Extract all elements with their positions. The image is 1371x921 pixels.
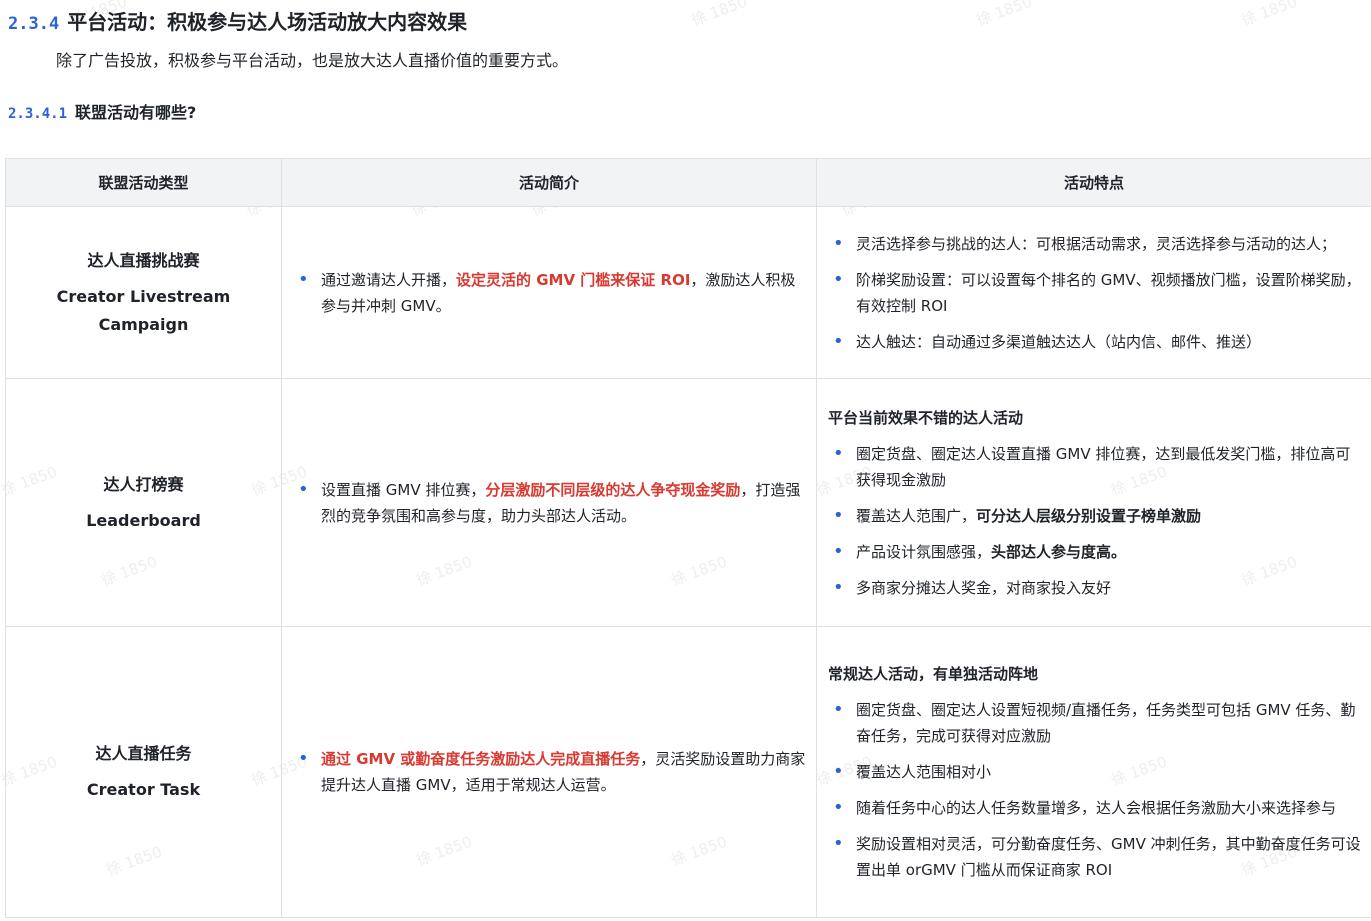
feature-item: 奖励设置相对灵活，可分勤奋度任务、GMV 冲刺任务，其中勤奋度任务可设置出单 o… [817, 831, 1371, 883]
activity-type-cell: 达人打榜赛 Leaderboard [5, 378, 282, 627]
feature-item: 随着任务中心的达人任务数量增多，达人会根据任务激励大小来选择参与 [817, 795, 1371, 821]
intro-highlight: 设定灵活的 GMV 门槛来保证 ROI [456, 270, 691, 289]
header-activity-intro: 活动简介 [281, 158, 817, 207]
activity-intro-cell: 通过邀请达人开播，设定灵活的 GMV 门槛来保证 ROI，激励达人积极参与并冲刺… [281, 206, 817, 379]
feature-text: 产品设计氛围感强， [856, 542, 992, 561]
activity-type-cn: 达人直播任务 [95, 744, 192, 763]
feature-text: 覆盖达人范围相对小 [856, 763, 992, 781]
feature-item: 覆盖达人范围广，可分达人层级分别设置子榜单激励 [817, 503, 1371, 529]
table-row: 达人直播任务 Creator Task 通过 GMV 或勤奋度任务激励达人完成直… [5, 626, 1371, 918]
feature-text: 覆盖达人范围广， [856, 506, 977, 525]
feature-item: 圈定货盘、圈定达人设置短视频/直播任务，任务类型可包括 GMV 任务、勤奋任务，… [817, 697, 1371, 749]
feature-text: 奖励设置相对灵活，可分勤奋度任务、GMV 冲刺任务，其中勤奋度任务可设置出单 o… [856, 835, 1361, 879]
feature-item: 多商家分摊达人奖金，对商家投入友好 [817, 575, 1371, 601]
table-row: 达人直播挑战赛 Creator Livestream Campaign 通过邀请… [5, 206, 1371, 379]
subsection-number: 2.3.4.1 [8, 106, 68, 122]
watermark-text: 徐 1850 [1238, 0, 1300, 30]
feature-item: 产品设计氛围感强，头部达人参与度高。 [817, 539, 1371, 565]
feature-text: 阶梯奖励设置：可以设置每个排名的 GMV、视频播放门槛，设置阶梯奖励，有效控制 … [856, 270, 1361, 315]
intro-highlight: 通过 GMV 或勤奋度任务激励达人完成直播任务 [321, 750, 641, 768]
section-title: 平台活动：积极参与达人场活动放大内容效果 [67, 10, 468, 34]
activity-type-cn: 达人直播挑战赛 [87, 250, 200, 270]
feature-title: 常规达人活动，有单独活动阵地 [828, 665, 1039, 683]
alliance-activities-table: 联盟活动类型 活动简介 活动特点 达人直播挑战赛 Creator Livestr… [5, 158, 1371, 918]
feature-text: 圈定货盘、圈定达人设置短视频/直播任务，任务类型可包括 GMV 任务、勤奋任务，… [856, 701, 1356, 745]
activity-intro-cell: 设置直播 GMV 排位赛，分层激励不同层级的达人争夺现金奖励，打造强烈的竞争氛围… [281, 378, 817, 627]
activity-intro-item: 通过 GMV 或勤奋度任务激励达人完成直播任务，灵活奖励设置助力商家提升达人直播… [282, 746, 816, 798]
feature-text: 多商家分摊达人奖金，对商家投入友好 [856, 578, 1112, 597]
activity-intro-item: 通过邀请达人开播，设定灵活的 GMV 门槛来保证 ROI，激励达人积极参与并冲刺… [282, 267, 816, 319]
activity-type-cell: 达人直播挑战赛 Creator Livestream Campaign [5, 206, 282, 379]
activity-intro-item: 设置直播 GMV 排位赛，分层激励不同层级的达人争夺现金奖励，打造强烈的竞争氛围… [282, 477, 816, 529]
watermark-text: 徐 1850 [688, 0, 750, 30]
intro-text: 设置直播 GMV 排位赛， [321, 480, 486, 499]
section-intro: 除了广告投放，积极参与平台活动，也是放大达人直播价值的重要方式。 [56, 51, 569, 70]
feature-bold-text: 头部达人参与度高。 [991, 542, 1127, 561]
subsection-title: 联盟活动有哪些? [75, 103, 197, 122]
feature-text: 圈定货盘、圈定达人设置直播 GMV 排位赛，达到最低发奖门槛，排位高可获得现金激… [856, 444, 1351, 489]
activity-features-cell: 常规达人活动，有单独活动阵地 圈定货盘、圈定达人设置短视频/直播任务，任务类型可… [816, 626, 1371, 918]
activity-features-cell: 灵活选择参与挑战的达人：可根据活动需求，灵活选择参与活动的达人； 阶梯奖励设置：… [816, 206, 1371, 379]
table-row: 达人打榜赛 Leaderboard 设置直播 GMV 排位赛，分层激励不同层级的… [5, 378, 1371, 627]
feature-item: 覆盖达人范围相对小 [817, 759, 1371, 785]
activity-type-cn: 达人打榜赛 [103, 474, 184, 494]
activity-type-cell: 达人直播任务 Creator Task [5, 626, 282, 918]
feature-text: 达人触达：自动通过多渠道触达达人（站内信、邮件、推送） [856, 332, 1262, 351]
section-number: 2.3.4 [8, 14, 60, 34]
feature-item: 达人触达：自动通过多渠道触达达人（站内信、邮件、推送） [817, 329, 1371, 355]
activity-type-en: Creator Livestream Campaign [56, 286, 231, 334]
feature-title: 平台当前效果不错的达人活动 [828, 408, 1024, 427]
header-activity-features: 活动特点 [816, 158, 1371, 207]
feature-item: 圈定货盘、圈定达人设置直播 GMV 排位赛，达到最低发奖门槛，排位高可获得现金激… [817, 441, 1371, 493]
intro-text: 通过邀请达人开播， [321, 270, 457, 289]
feature-item: 阶梯奖励设置：可以设置每个排名的 GMV、视频播放门槛，设置阶梯奖励，有效控制 … [817, 267, 1371, 319]
feature-bold-text: 可分达人层级分别设置子榜单激励 [976, 506, 1202, 525]
table-header-row: 联盟活动类型 活动简介 活动特点 [5, 158, 1371, 207]
activity-intro-cell: 通过 GMV 或勤奋度任务激励达人完成直播任务，灵活奖励设置助力商家提升达人直播… [281, 626, 817, 918]
activity-features-cell: 平台当前效果不错的达人活动 圈定货盘、圈定达人设置直播 GMV 排位赛，达到最低… [816, 378, 1371, 627]
activity-type-en: Creator Task [86, 780, 201, 799]
watermark-text: 徐 1850 [973, 0, 1035, 30]
activity-type-en: Leaderboard [86, 510, 201, 530]
feature-text: 随着任务中心的达人任务数量增多，达人会根据任务激励大小来选择参与 [856, 799, 1337, 817]
section-heading: 2.3.4 平台活动：积极参与达人场活动放大内容效果 [8, 6, 467, 35]
subsection-heading: 2.3.4.1 联盟活动有哪些? [8, 99, 196, 123]
header-activity-type: 联盟活动类型 [5, 158, 282, 207]
feature-item: 灵活选择参与挑战的达人：可根据活动需求，灵活选择参与活动的达人； [817, 231, 1371, 257]
feature-text: 灵活选择参与挑战的达人：可根据活动需求，灵活选择参与活动的达人； [856, 234, 1337, 253]
intro-highlight: 分层激励不同层级的达人争夺现金奖励 [485, 480, 741, 499]
